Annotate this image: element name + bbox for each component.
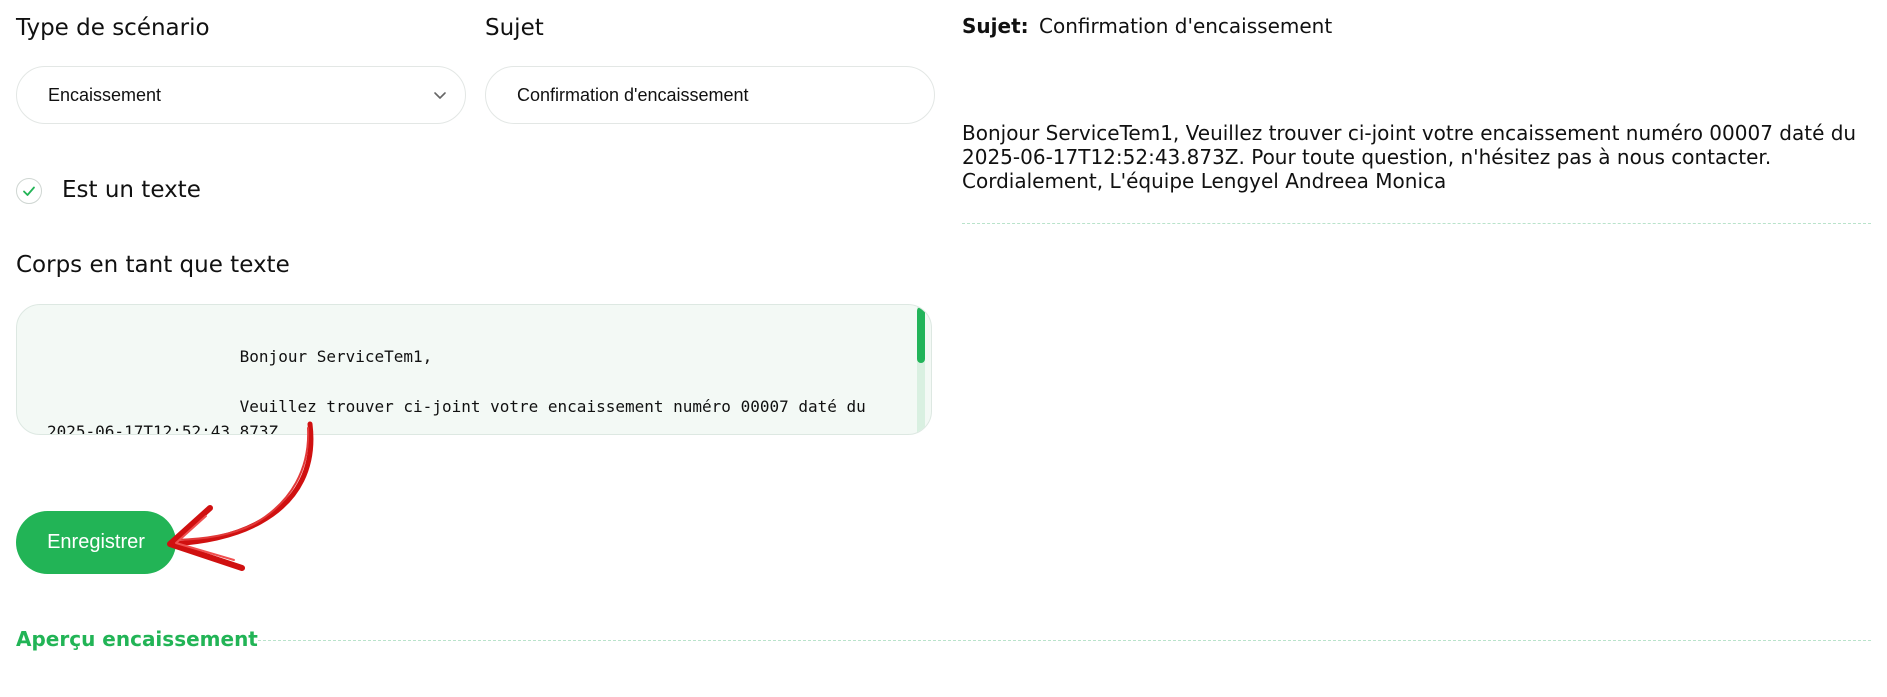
is-text-label: Est un texte: [62, 177, 201, 203]
preview-subject-value: Confirmation d'encaissement: [1039, 14, 1333, 38]
textarea-scrollbar-thumb[interactable]: [917, 307, 925, 363]
check-icon: [23, 186, 35, 196]
subject-label: Sujet: [485, 15, 544, 41]
scenario-type-value: Encaissement: [48, 84, 162, 105]
preview-body-text: Bonjour ServiceTem1, Veuillez trouver ci…: [962, 121, 1857, 193]
email-template-editor: Type de scénario Encaissement Sujet Conf…: [0, 0, 1887, 697]
preview-subject-label: Sujet:: [962, 14, 1029, 38]
preview-section-divider: [258, 640, 1871, 641]
is-text-checkbox[interactable]: [16, 178, 42, 204]
chevron-down-icon: [434, 92, 446, 99]
body-textarea-content: Bonjour ServiceTem1, Veuillez trouver ci…: [47, 347, 866, 435]
body-text-label: Corps en tant que texte: [16, 252, 290, 278]
preview-section-title: Aperçu encaissement: [16, 627, 258, 651]
scenario-type-label: Type de scénario: [16, 15, 210, 41]
subject-input-value: Confirmation d'encaissement: [517, 84, 749, 105]
preview-divider: [962, 223, 1871, 224]
body-textarea[interactable]: Bonjour ServiceTem1, Veuillez trouver ci…: [16, 304, 932, 435]
save-button[interactable]: Enregistrer: [16, 511, 176, 574]
scenario-type-select[interactable]: Encaissement: [16, 66, 466, 124]
red-arrow-annotation: [167, 421, 314, 571]
subject-input[interactable]: Confirmation d'encaissement: [485, 66, 935, 124]
